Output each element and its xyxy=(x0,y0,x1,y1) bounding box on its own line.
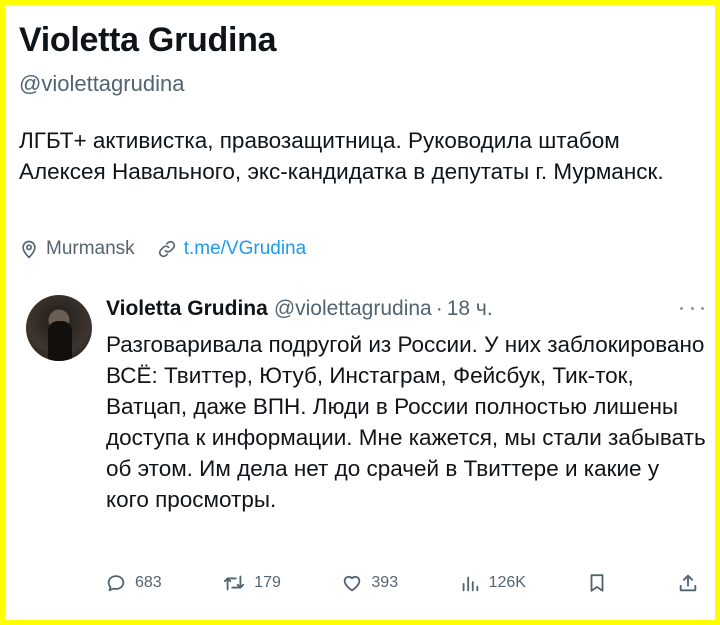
location-label: Murmansk xyxy=(46,238,135,259)
reply-count: 683 xyxy=(135,574,162,591)
tweet-header: Violetta Grudina @violettagrudina · 18 ч… xyxy=(106,297,493,321)
bookmark-icon xyxy=(591,574,604,592)
bookmark-button[interactable] xyxy=(586,572,616,594)
avatar[interactable] xyxy=(26,295,92,361)
profile-link[interactable]: t.me/VGrudina xyxy=(157,238,307,260)
profile-card: Violetta Grudina @violettagrudina ЛГБТ+ … xyxy=(5,5,715,620)
reply-icon xyxy=(107,575,125,592)
tweet-time[interactable]: 18 ч. xyxy=(447,297,493,321)
profile-link-text[interactable]: t.me/VGrudina xyxy=(184,238,307,260)
retweet-button[interactable]: 179 xyxy=(222,572,281,594)
more-icon[interactable] xyxy=(680,303,704,313)
tweet-author[interactable]: Violetta Grudina xyxy=(106,297,268,321)
retweet-count: 179 xyxy=(254,574,281,591)
like-icon xyxy=(344,575,361,592)
tweet-handle[interactable]: @violettagrudina xyxy=(274,297,432,321)
location-icon xyxy=(22,240,36,259)
views-button[interactable]: 126K xyxy=(459,572,526,594)
profile-meta: Murmansk t.me/VGrudina xyxy=(19,238,328,260)
views-count: 126K xyxy=(488,574,526,591)
profile-bio: ЛГБТ+ активистка, правозащитница. Руково… xyxy=(19,128,664,184)
tweet-text: Разговаривала подругой из России. У них … xyxy=(106,332,706,512)
tweet-separator: · xyxy=(435,297,443,320)
tweet-actions: 683 179 393 126K xyxy=(105,572,707,594)
retweet-icon xyxy=(224,575,245,591)
share-icon xyxy=(679,574,697,592)
views-icon xyxy=(462,576,478,592)
reply-button[interactable]: 683 xyxy=(105,572,162,594)
profile-handle[interactable]: @violettagrudina xyxy=(19,71,184,97)
share-button[interactable] xyxy=(677,572,707,594)
profile-location: Murmansk xyxy=(19,238,135,260)
like-count: 393 xyxy=(371,574,399,591)
link-icon xyxy=(158,240,175,258)
profile-name: Violetta Grudina xyxy=(19,21,277,59)
like-button[interactable]: 393 xyxy=(341,572,398,594)
